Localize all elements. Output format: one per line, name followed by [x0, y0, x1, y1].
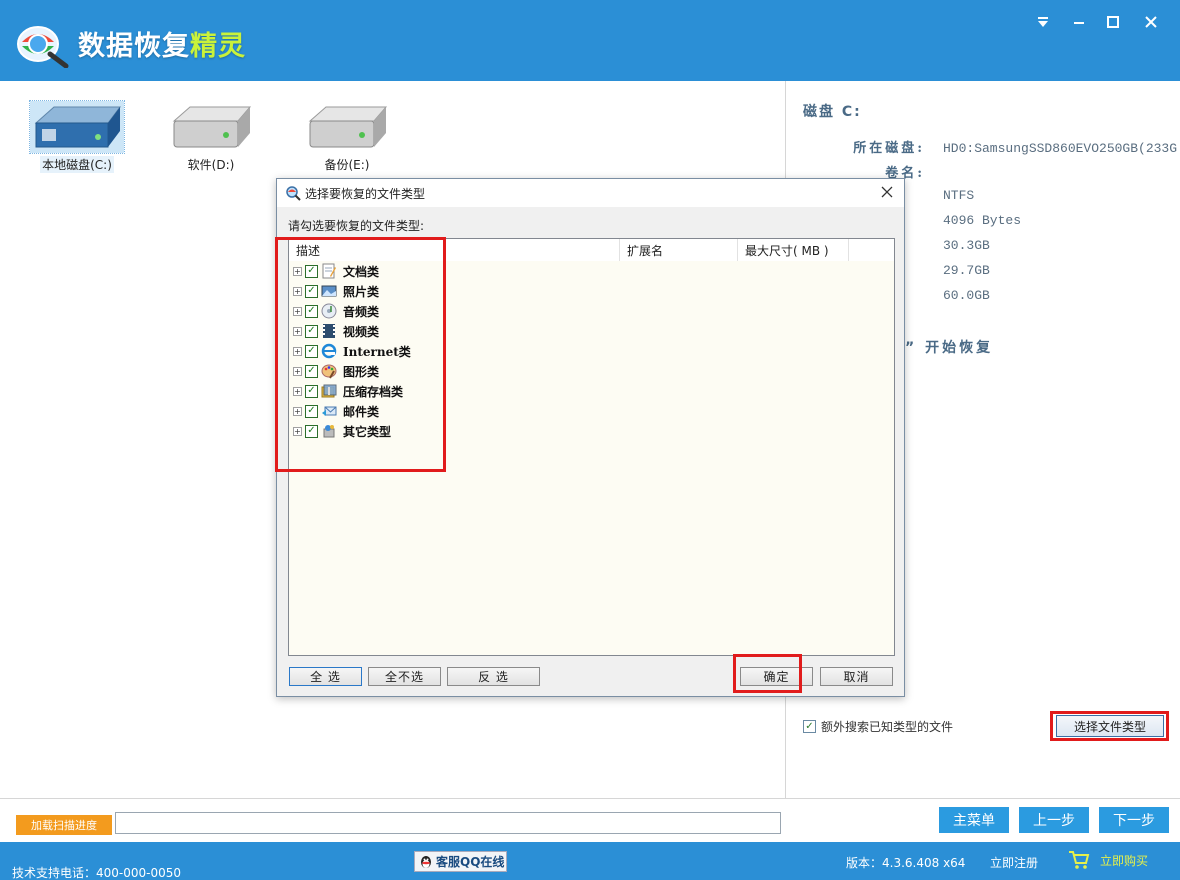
drive-label: 本地磁盘(C:)	[40, 156, 114, 173]
invert-selection-button[interactable]: 反 选	[447, 667, 540, 686]
item-checkbox[interactable]	[305, 304, 318, 318]
tree-item-mail[interactable]: + 邮件类	[293, 402, 379, 420]
audio-icon	[321, 303, 337, 319]
document-icon	[322, 263, 336, 279]
minimize-icon	[1074, 22, 1084, 24]
close-icon	[1145, 16, 1157, 28]
photo-icon	[321, 285, 337, 297]
column-max-size[interactable]: 最大尺寸( MB )	[738, 239, 849, 261]
local-disk-icon	[29, 100, 125, 154]
tree-item-other[interactable]: + 其它类型	[293, 422, 391, 440]
drive-label: 软件(D:)	[187, 158, 235, 172]
expand-toggle[interactable]: +	[293, 366, 302, 376]
maximize-button[interactable]	[1100, 10, 1126, 34]
drive-e[interactable]: 备份(E:)	[292, 101, 402, 173]
expand-toggle[interactable]: +	[293, 406, 302, 416]
version-text: 版本：4.3.6.408 x64	[846, 856, 966, 870]
column-extension[interactable]: 扩展名	[620, 239, 738, 261]
drive-c[interactable]: 本地磁盘(C:)	[22, 100, 132, 173]
hard-drive-icon	[172, 106, 252, 148]
item-checkbox[interactable]	[305, 324, 318, 338]
buy-now-button[interactable]: 立即购买	[1068, 850, 1148, 870]
archive-icon	[321, 384, 337, 398]
info-row: 所在磁盘: HD0:SamsungSSD860EVO250GB(233G	[853, 141, 1178, 156]
cart-icon	[1069, 851, 1090, 869]
tree-header: 描述 扩展名 最大尺寸( MB )	[289, 239, 894, 261]
progress-field	[115, 812, 781, 834]
expand-toggle[interactable]: +	[293, 286, 302, 296]
column-description[interactable]: 描述	[289, 239, 620, 261]
item-checkbox[interactable]	[305, 424, 318, 438]
buy-now-label: 立即购买	[1100, 853, 1149, 868]
qq-penguin-icon	[421, 855, 431, 868]
search-app-icon	[286, 186, 301, 201]
close-icon	[881, 186, 893, 198]
expand-toggle[interactable]: +	[293, 326, 302, 336]
tree-item-archives[interactable]: + 压缩存档类	[293, 382, 403, 400]
file-type-tree[interactable]: 描述 扩展名 最大尺寸( MB ) + 文档类 + 照片类 + 音频类	[288, 238, 895, 656]
next-step-button[interactable]: 下一步	[1099, 807, 1169, 833]
dialog-close-button[interactable]	[878, 183, 896, 201]
extra-search-option[interactable]: 额外搜索已知类型的文件	[803, 718, 953, 735]
graphics-icon	[321, 364, 337, 379]
load-scan-progress-button[interactable]: 加载扫描进度	[16, 815, 112, 835]
register-link[interactable]: 立即注册	[990, 854, 1038, 871]
dialog-prompt: 请勾选要恢复的文件类型:	[288, 219, 425, 233]
support-phone: 技术支持电话：400-000-0050	[12, 866, 182, 880]
select-file-type-button[interactable]: 选择文件类型	[1056, 715, 1164, 737]
prev-step-button[interactable]: 上一步	[1019, 807, 1089, 833]
select-none-button[interactable]: 全不选	[368, 667, 441, 686]
app-logo-icon	[17, 26, 69, 68]
mail-icon	[322, 406, 337, 416]
item-checkbox[interactable]	[305, 284, 318, 298]
dialog-title-bar: 选择要恢复的文件类型	[277, 179, 904, 207]
menu-dropdown-button[interactable]	[1030, 10, 1056, 34]
cancel-button[interactable]: 取消	[820, 667, 893, 686]
hard-drive-icon	[308, 106, 388, 148]
internet-icon	[321, 343, 337, 359]
item-checkbox[interactable]	[305, 384, 318, 398]
title-bar: 数据恢复精灵	[0, 0, 1180, 81]
qq-support-button[interactable]: 客服QQ在线	[414, 851, 507, 872]
other-icon	[323, 425, 335, 438]
ok-button[interactable]: 确定	[740, 667, 813, 686]
file-type-dialog: 选择要恢复的文件类型 请勾选要恢复的文件类型: 描述 扩展名 最大尺寸( MB …	[276, 178, 905, 697]
expand-toggle[interactable]: +	[293, 346, 302, 356]
tree-item-video[interactable]: + 视频类	[293, 322, 379, 340]
start-recovery-tip: ” 开始恢复	[905, 340, 994, 356]
close-button[interactable]	[1138, 10, 1164, 34]
extra-search-label: 额外搜索已知类型的文件	[821, 720, 954, 734]
disk-info-title: 磁盘 C:	[803, 104, 862, 120]
tree-item-internet[interactable]: + Internet类	[293, 342, 411, 360]
drive-d[interactable]: 软件(D:)	[156, 101, 266, 173]
qq-support-label: 客服QQ在线	[436, 855, 505, 869]
dialog-title: 选择要恢复的文件类型	[305, 186, 426, 201]
bottom-bar: 加载扫描进度 主菜单 上一步 下一步	[0, 798, 1180, 842]
tree-item-photos[interactable]: + 照片类	[293, 282, 379, 300]
item-checkbox[interactable]	[305, 264, 318, 278]
item-checkbox[interactable]	[305, 364, 318, 378]
app-title: 数据恢复精灵	[78, 31, 246, 62]
maximize-icon	[1107, 16, 1119, 28]
menu-dropdown-icon	[1038, 17, 1048, 27]
main-menu-button[interactable]: 主菜单	[939, 807, 1009, 833]
video-icon	[323, 324, 335, 338]
expand-toggle[interactable]: +	[293, 266, 302, 276]
expand-toggle[interactable]: +	[293, 426, 302, 436]
expand-toggle[interactable]: +	[293, 306, 302, 316]
item-checkbox[interactable]	[305, 344, 318, 358]
expand-toggle[interactable]: +	[293, 386, 302, 396]
item-checkbox[interactable]	[305, 404, 318, 418]
footer-bar: 技术支持电话：400-000-0050 客服QQ在线 版本：4.3.6.408 …	[0, 842, 1180, 880]
tree-item-audio[interactable]: + 音频类	[293, 302, 379, 320]
tree-item-graphics[interactable]: + 图形类	[293, 362, 379, 380]
select-all-button[interactable]: 全 选	[289, 667, 362, 686]
tree-item-documents[interactable]: + 文档类	[293, 262, 379, 280]
minimize-button[interactable]	[1066, 10, 1092, 34]
extra-search-checkbox[interactable]	[803, 720, 816, 733]
dialog-body: 请勾选要恢复的文件类型: 描述 扩展名 最大尺寸( MB ) + 文档类 + 照…	[277, 207, 904, 696]
drive-label: 备份(E:)	[324, 158, 370, 172]
